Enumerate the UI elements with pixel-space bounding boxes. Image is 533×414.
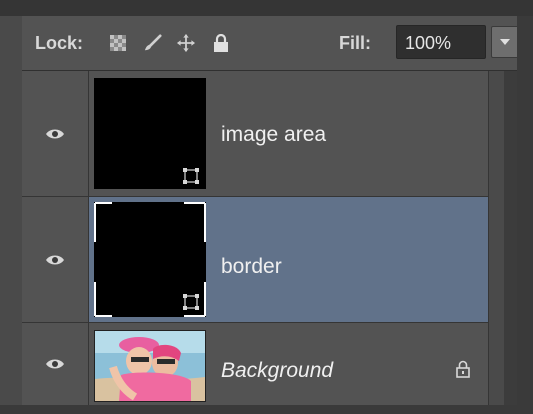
panel-right-edge [517, 16, 533, 405]
layer-name[interactable]: image area [221, 123, 326, 147]
lock-transparent-pixels-icon[interactable] [109, 34, 127, 52]
layer-row-border[interactable]: border [22, 197, 488, 323]
visibility-toggle[interactable] [22, 323, 89, 405]
layer-name[interactable]: Background [221, 359, 333, 383]
transform-icon [183, 294, 199, 310]
scroll-gutter [504, 71, 517, 405]
eye-icon [46, 255, 64, 264]
panel-bottom-edge [0, 405, 533, 414]
fill-dropdown-button[interactable] [491, 26, 519, 58]
fill-label: Fill: [339, 33, 371, 53]
transform-icon [183, 168, 199, 184]
lock-position-icon[interactable] [177, 34, 195, 52]
visibility-toggle[interactable] [22, 71, 89, 196]
panel-top-edge [0, 0, 533, 16]
fill-input[interactable]: 100% [396, 25, 486, 59]
layers-scrollbar[interactable] [488, 71, 505, 405]
lock-fill-bar: Lock: Fill: 100% [22, 16, 519, 71]
fill-value: 100% [405, 33, 452, 53]
photo-image [95, 331, 205, 401]
visibility-toggle[interactable] [22, 197, 89, 322]
chevron-down-icon [500, 39, 510, 45]
lock-image-pixels-icon[interactable] [144, 34, 162, 52]
layer-thumbnail[interactable] [94, 202, 206, 317]
eye-icon [46, 129, 64, 138]
layer-content[interactable]: border [89, 197, 488, 322]
layer-content[interactable]: Background [89, 323, 488, 405]
layer-row-background[interactable]: Background [22, 323, 488, 405]
layer-name[interactable]: border [221, 255, 282, 279]
layer-content[interactable]: image area [89, 71, 488, 196]
layer-lock-icon [456, 360, 470, 378]
layer-row-image-area[interactable]: image area [22, 71, 488, 197]
eye-icon [46, 359, 64, 369]
lock-all-icon[interactable] [212, 34, 230, 52]
background-photo-thumbnail[interactable] [94, 330, 206, 402]
lock-label: Lock: [35, 33, 84, 53]
layer-thumbnail[interactable] [94, 78, 206, 189]
